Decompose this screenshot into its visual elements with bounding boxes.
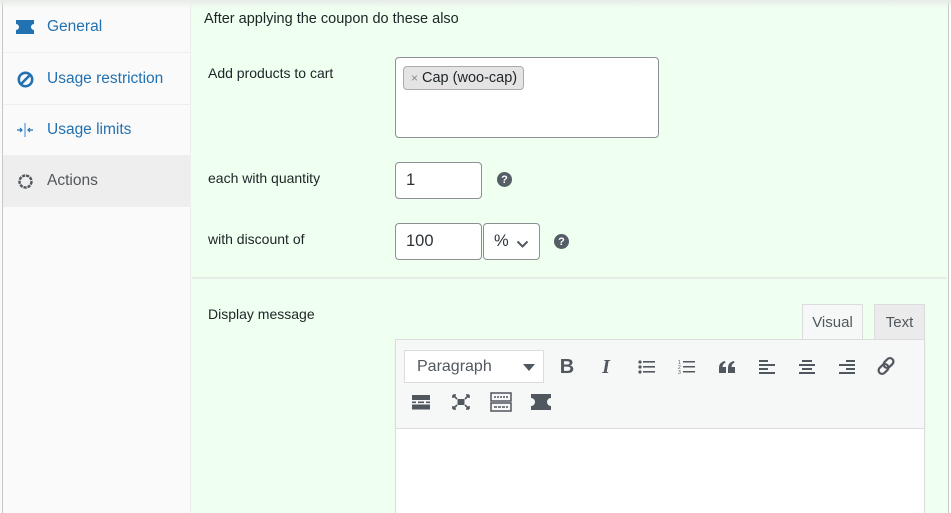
ticket-icon <box>16 18 34 36</box>
block-icon <box>16 70 34 88</box>
sidebar-item-actions[interactable]: Actions <box>3 156 191 207</box>
read-more-icon <box>412 395 430 410</box>
help-icon[interactable]: ? <box>554 234 569 249</box>
blockquote-button[interactable] <box>714 354 740 380</box>
sidebar-item-general[interactable]: General <box>3 2 191 53</box>
caret-down-icon <box>523 364 535 371</box>
selected-product-label: Cap (woo-cap) <box>422 70 518 86</box>
ticket-icon <box>531 394 551 410</box>
sidebar-item-label: Actions <box>47 172 98 189</box>
sidebar-item-usage-limits[interactable]: Usage limits <box>3 105 191 156</box>
format-select-value: Paragraph <box>417 357 492 375</box>
display-message-label: Display message <box>208 306 315 322</box>
coupon-shortcode-button[interactable] <box>528 389 554 415</box>
panel-left-border <box>0 0 3 513</box>
numbered-list-button[interactable]: 123 <box>674 354 700 380</box>
italic-icon: I <box>602 355 610 378</box>
help-icon[interactable]: ? <box>497 172 512 187</box>
keyboard-icon <box>490 392 512 412</box>
limits-icon <box>16 121 34 139</box>
svg-text:3: 3 <box>678 370 681 375</box>
bulleted-list-button[interactable] <box>634 354 660 380</box>
sidebar-item-label: Usage restriction <box>47 70 164 87</box>
italic-button[interactable]: I <box>593 354 619 380</box>
sidebar-item-label: Usage limits <box>47 121 132 138</box>
editor-toolbar: Paragraph B I 123 <box>395 339 925 429</box>
toolbar-toggle-button[interactable] <box>488 389 514 415</box>
link-button[interactable] <box>873 353 899 379</box>
align-left-icon <box>759 360 775 374</box>
remove-product-icon[interactable]: × <box>411 71 418 85</box>
fullscreen-icon <box>452 394 470 410</box>
numbered-list-icon: 123 <box>678 360 695 375</box>
discount-type-select[interactable]: % <box>483 223 540 260</box>
bold-icon: B <box>559 355 575 378</box>
gear-icon <box>16 172 34 190</box>
read-more-button[interactable] <box>408 389 434 415</box>
quantity-label: each with quantity <box>208 170 321 186</box>
bulleted-list-icon <box>638 360 655 374</box>
coupon-tabs-sidebar: General Usage restriction Usage limits A… <box>3 0 191 513</box>
bold-button[interactable]: B <box>554 354 580 380</box>
message-editor-body[interactable] <box>395 429 925 513</box>
align-left-button[interactable] <box>754 354 780 380</box>
align-center-button[interactable] <box>794 354 820 380</box>
tab-visual[interactable]: Visual <box>802 304 863 340</box>
chevron-down-icon <box>516 235 529 254</box>
section-divider <box>192 277 947 279</box>
sidebar-item-label: General <box>47 18 103 35</box>
sidebar-item-usage-restriction[interactable]: Usage restriction <box>3 54 191 105</box>
blockquote-icon <box>719 361 735 373</box>
discount-label: with discount of <box>208 231 305 247</box>
selected-product-chip: × Cap (woo-cap) <box>403 66 525 90</box>
discount-amount-input[interactable]: 100 <box>395 223 482 260</box>
fullscreen-button[interactable] <box>448 389 474 415</box>
align-center-icon <box>799 360 815 374</box>
align-right-button[interactable] <box>834 354 860 380</box>
coupon-data-panel: General Usage restriction Usage limits A… <box>0 0 951 513</box>
add-products-label: Add products to cart <box>208 65 334 81</box>
add-products-select[interactable]: × Cap (woo-cap) <box>395 57 659 138</box>
tab-text[interactable]: Text <box>874 304 925 340</box>
discount-type-value: % <box>494 232 509 250</box>
align-right-icon <box>839 360 855 374</box>
quantity-input[interactable]: 1 <box>395 162 482 199</box>
format-select[interactable]: Paragraph <box>404 350 544 383</box>
actions-panel: After applying the coupon do these also … <box>192 0 947 513</box>
link-icon <box>877 356 895 376</box>
section-heading: After applying the coupon do these also <box>204 11 459 27</box>
